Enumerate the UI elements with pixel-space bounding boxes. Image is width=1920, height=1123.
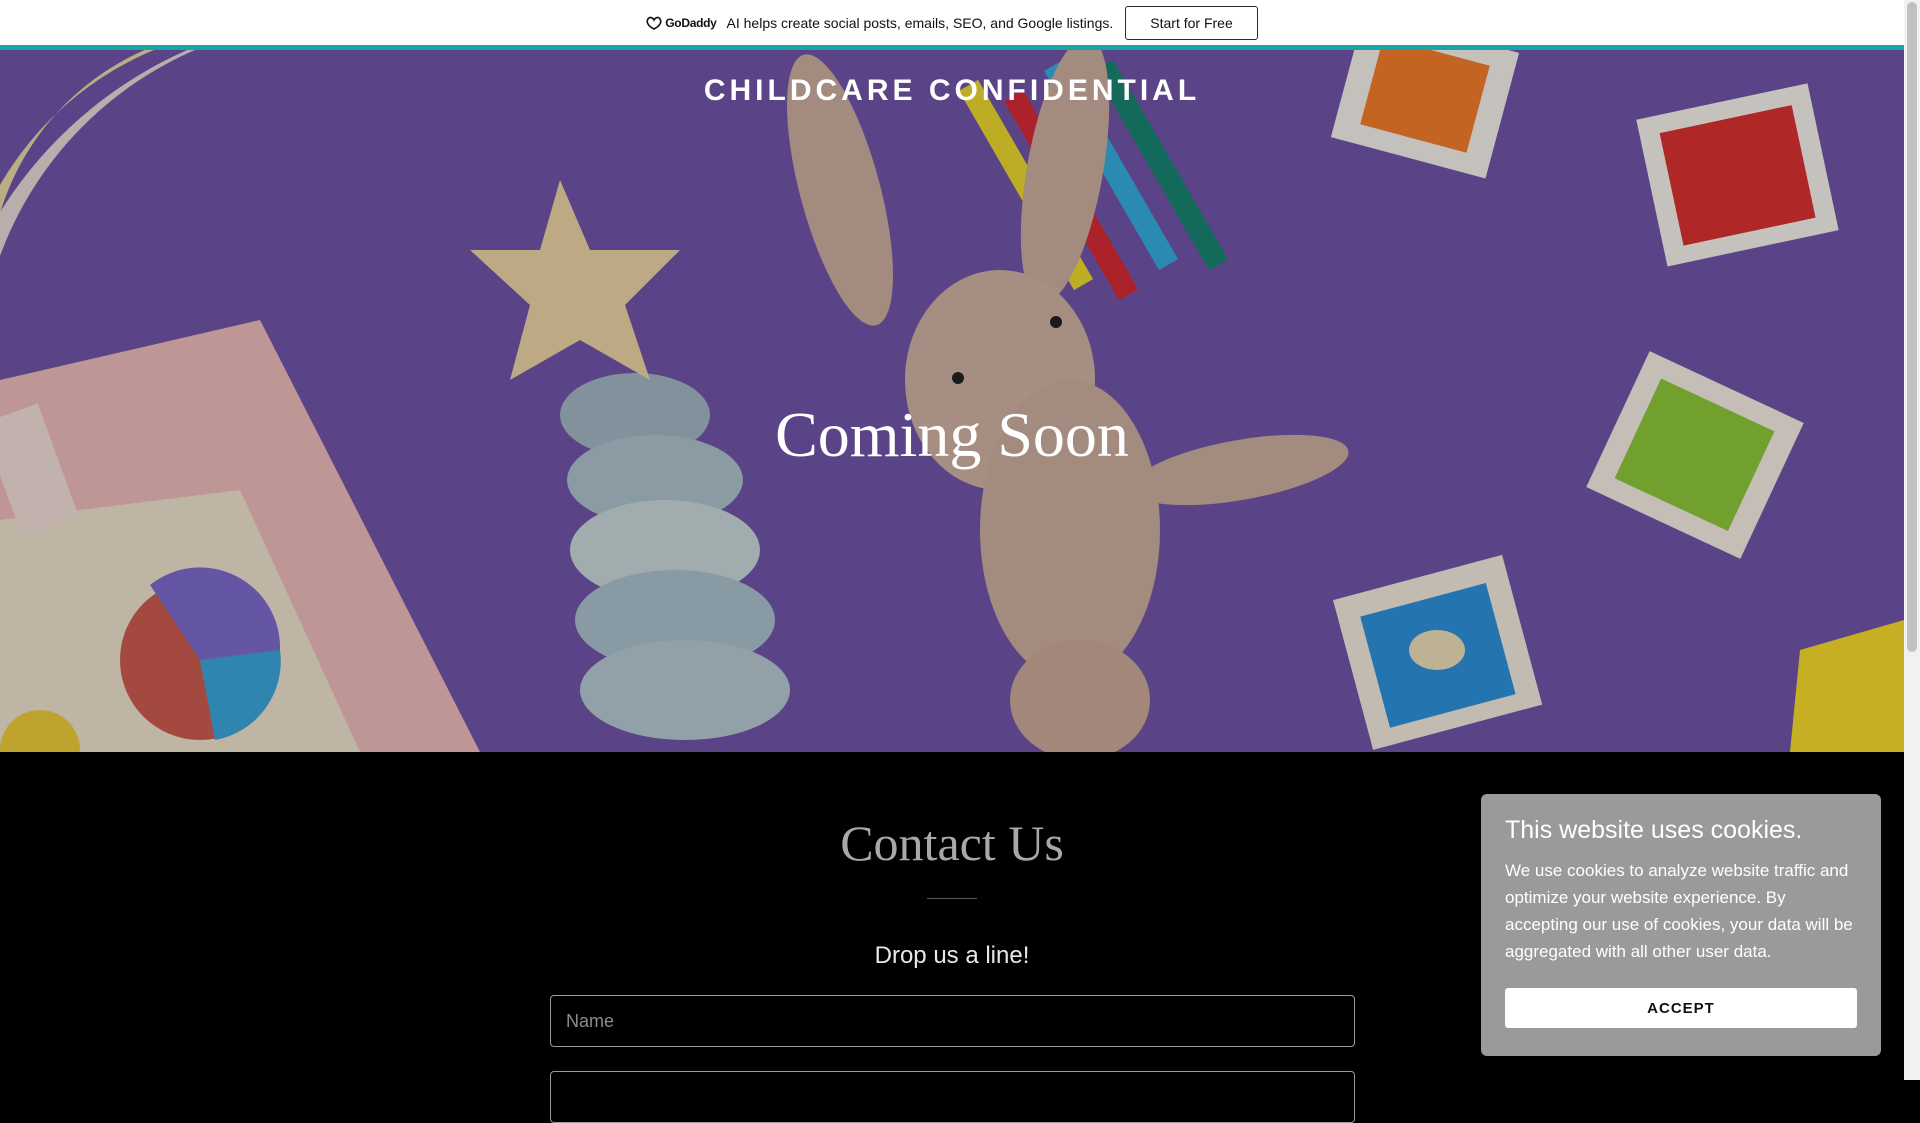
godaddy-logo-icon xyxy=(646,16,662,30)
cookie-title: This website uses cookies. xyxy=(1505,816,1803,844)
accept-cookies-button[interactable]: ACCEPT xyxy=(1505,988,1857,1028)
promo-message: AI helps create social posts, emails, SE… xyxy=(726,14,1114,31)
godaddy-logo-text: GoDaddy xyxy=(665,15,717,30)
name-input[interactable] xyxy=(550,995,1355,1047)
start-for-free-button[interactable]: Start for Free xyxy=(1125,5,1258,40)
promo-banner: GoDaddy AI helps create social posts, em… xyxy=(0,0,1904,50)
section-divider xyxy=(927,898,977,899)
email-input[interactable] xyxy=(550,1071,1355,1123)
site-title[interactable]: CHILDCARE CONFIDENTIAL xyxy=(0,74,1904,108)
page-scrollbar[interactable] xyxy=(1904,0,1920,1080)
hero-section: CHILDCARE CONFIDENTIAL Coming Soon xyxy=(0,50,1904,752)
scrollbar-thumb[interactable] xyxy=(1907,2,1917,652)
hero-heading: Coming Soon xyxy=(775,399,1129,470)
cookie-body: We use cookies to analyze website traffi… xyxy=(1505,861,1853,961)
godaddy-logo[interactable]: GoDaddy xyxy=(646,15,717,30)
cookie-banner: This website uses cookies. We use cookie… xyxy=(1481,794,1881,1056)
